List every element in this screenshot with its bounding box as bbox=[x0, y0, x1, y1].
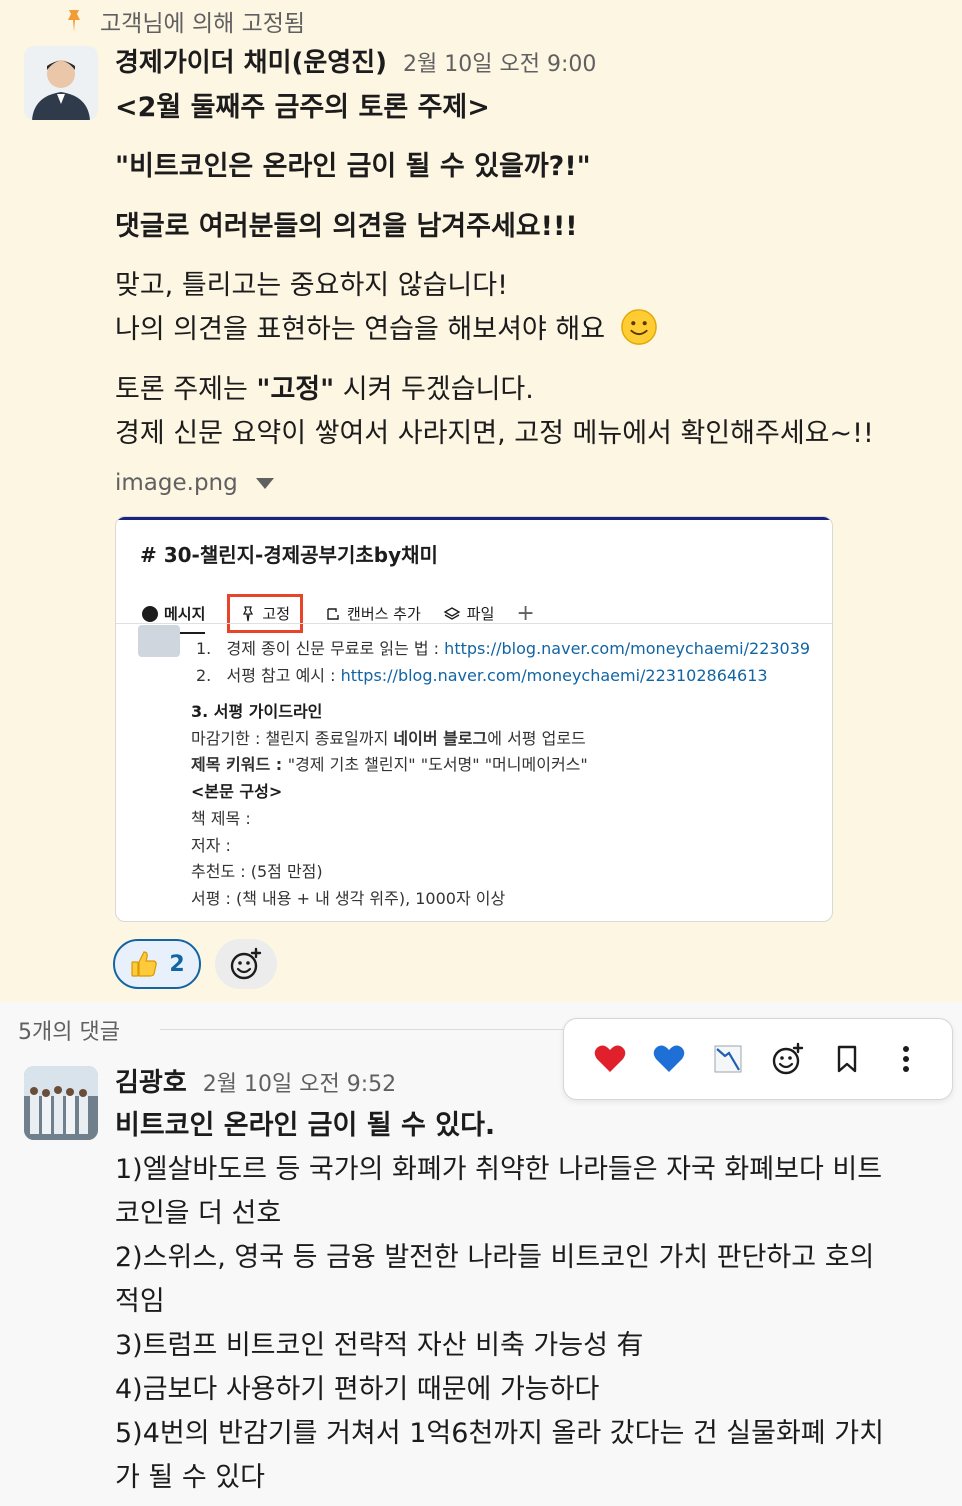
embed-book-title: 책 제목 : bbox=[191, 808, 251, 828]
message-line-2-text: 나의 의견을 표현하는 연습을 해보셔야 해요 bbox=[115, 314, 606, 345]
embed-link-list: 1. 경제 종이 신문 무료로 읽는 법 : https://blog.nave… bbox=[196, 635, 810, 689]
message-heading: <2월 둘째주 금주의 토론 주제> bbox=[115, 92, 490, 123]
reaction-count: 2 bbox=[169, 951, 185, 977]
line3-bold: "고정" bbox=[256, 374, 335, 405]
message-hover-toolbar bbox=[563, 1018, 953, 1100]
reply-title: 비트코인 온라인 금이 될 수 있다. bbox=[115, 1110, 496, 1141]
tab-canvas: 캔버스 추가 bbox=[325, 603, 421, 624]
reply-line: 2)스위스, 영국 등 금융 발전한 나라들 비트코인 가치 판단하고 호의 bbox=[115, 1242, 875, 1273]
tab-pinned-label: 고정 bbox=[262, 605, 291, 623]
red-heart-icon bbox=[594, 1045, 625, 1072]
pinned-message: 고객님에 의해 고정됨 경제가이더 채미(운영진) 2월 10일 오전 9:00… bbox=[0, 0, 962, 1002]
pinned-banner: 고객님에 의해 고정됨 bbox=[62, 4, 305, 38]
message-line-3: 토론 주제는 "고정" 시켜 두겠습니다. bbox=[115, 368, 534, 412]
embed-keyword: 제목 키워드 : "경제 기초 챌린지" "도서명" "머니메이커스" bbox=[191, 752, 588, 779]
embed-section-title: 3. 서평 가이드라인 bbox=[191, 702, 323, 721]
message-line-2: 나의 의견을 표현하는 연습을 해보셔야 해요 bbox=[115, 308, 658, 352]
tab-canvas-label: 캔버스 추가 bbox=[347, 605, 421, 623]
embed-list-text: 서평 참고 예시 : bbox=[226, 666, 341, 685]
author-name[interactable]: 경제가이더 채미(운영진) bbox=[115, 42, 387, 79]
replies-divider: 5개의 댓글 bbox=[18, 1014, 120, 1046]
deadline-pre: 마감기한 : 챌린지 종료일까지 bbox=[191, 728, 394, 748]
chart-decreasing-icon bbox=[714, 1045, 742, 1073]
tab-messages-label: 메시지 bbox=[164, 605, 206, 623]
author-row: 경제가이더 채미(운영진) 2월 10일 오전 9:00 bbox=[115, 42, 596, 79]
reply-line: 5)4번의 반감기를 거쳐서 1억6천까지 올라 갔다는 건 실물화폐 가치 bbox=[115, 1418, 884, 1449]
chevron-down-icon[interactable] bbox=[255, 477, 274, 489]
bookmark-button[interactable] bbox=[823, 1035, 871, 1083]
reply-line: 3)트럼프 비트코인 전략적 자산 비축 가능성 有 bbox=[115, 1330, 644, 1361]
pin-icon bbox=[68, 10, 80, 32]
embed-guideline: 3. 서평 가이드라인 마감기한 : 챌린지 종료일까지 네이버 블로그에 서평… bbox=[191, 699, 588, 913]
reply-line: 4)금보다 사용하기 편하기 때문에 가능하다 bbox=[115, 1374, 600, 1405]
deadline-bold: 네이버 블로그 bbox=[393, 728, 488, 748]
embed-divider bbox=[116, 623, 832, 624]
reply-line: 적임 bbox=[115, 1286, 165, 1317]
reply-timestamp[interactable]: 2월 10일 오전 9:52 bbox=[203, 1066, 396, 1098]
embed-tabs: 메시지 고정 캔버스 추가 파일 + bbox=[142, 593, 535, 634]
attached-image[interactable]: # 30-챌린지-경제공부기초by채미 메시지 고정 캔버스 추가 파일 + 1… bbox=[115, 516, 833, 922]
more-vertical-icon bbox=[903, 1046, 910, 1072]
embed-list-num: 2. bbox=[196, 666, 212, 685]
author-avatar[interactable] bbox=[24, 46, 98, 120]
tab-pinned: 고정 bbox=[227, 594, 304, 633]
message-line-4: 경제 신문 요약이 쌓여서 사라지면, 고정 메뉴에서 확인해주세요~!! bbox=[115, 418, 874, 449]
attachment-name[interactable]: image.png bbox=[115, 470, 238, 496]
message-topic: "비트코인은 온라인 금이 될 수 있을까?!" bbox=[115, 151, 591, 182]
message-line-1: 맞고, 틀리고는 중요하지 않습니다! bbox=[115, 270, 508, 301]
message-cta: 댓글로 여러분들의 의견을 남겨주세요!!! bbox=[115, 211, 578, 242]
bookmark-icon bbox=[837, 1045, 857, 1073]
reaction-row: 2 bbox=[113, 939, 277, 989]
canvas-icon bbox=[327, 607, 339, 620]
deadline-post: 에 서평 업로드 bbox=[487, 728, 586, 748]
embed-list-num: 1. bbox=[196, 639, 212, 658]
pin-outline-icon bbox=[243, 605, 254, 621]
embed-avatar bbox=[138, 625, 180, 657]
reply-author-avatar[interactable] bbox=[24, 1066, 98, 1140]
add-reaction-button[interactable] bbox=[215, 939, 277, 989]
embed-rating: 추천도 : (5점 만점) bbox=[191, 862, 323, 882]
embed-list-link: https://blog.naver.com/moneychaemi/22310… bbox=[340, 666, 768, 685]
layers-icon bbox=[443, 606, 461, 620]
reply-line: 코인을 더 선호 bbox=[115, 1198, 282, 1229]
reply-line: 가 될 수 있다 bbox=[115, 1462, 265, 1493]
thumbs-up-icon bbox=[131, 951, 158, 977]
smiley-icon bbox=[620, 309, 657, 345]
react-red-heart-button[interactable] bbox=[586, 1035, 634, 1083]
embed-channel-title: # 30-챌린지-경제공부기초by채미 bbox=[140, 543, 438, 567]
message-dot-icon bbox=[142, 605, 158, 622]
keyword-value: "경제 기초 챌린지" "도서명" "머니메이커스" bbox=[287, 755, 588, 775]
keyword-label: 제목 키워드 : bbox=[191, 755, 288, 775]
embed-deadline: 마감기한 : 챌린지 종료일까지 네이버 블로그에 서평 업로드 bbox=[191, 726, 588, 753]
reaction-thumbs-up[interactable]: 2 bbox=[113, 939, 201, 989]
line3-pre: 토론 주제는 bbox=[115, 374, 257, 405]
embed-list-link: https://blog.naver.com/moneychaemi/22303… bbox=[444, 639, 811, 658]
embed-list-item: 1. 경제 종이 신문 무료로 읽는 법 : https://blog.nave… bbox=[196, 635, 810, 662]
embed-body-title: <본문 구성> bbox=[191, 782, 283, 802]
add-reaction-toolbar-button[interactable] bbox=[764, 1035, 812, 1083]
tab-files-label: 파일 bbox=[466, 605, 495, 623]
embed-writer: 저자 : bbox=[191, 835, 231, 855]
add-emoji-icon bbox=[230, 947, 262, 980]
pinned-label: 고객님에 의해 고정됨 bbox=[100, 11, 306, 37]
add-emoji-icon bbox=[772, 1042, 803, 1075]
embed-list-item: 2. 서평 참고 예시 : https://blog.naver.com/mon… bbox=[196, 662, 810, 689]
reply-author-name[interactable]: 김광호 bbox=[115, 1062, 187, 1099]
embed-review: 서평 : (책 내용 + 내 생각 위주), 1000자 이상 bbox=[191, 888, 506, 908]
react-chart-down-button[interactable] bbox=[704, 1035, 752, 1083]
embed-topbar bbox=[116, 517, 832, 520]
message-timestamp[interactable]: 2월 10일 오전 9:00 bbox=[403, 46, 596, 78]
react-blue-heart-button[interactable] bbox=[645, 1035, 693, 1083]
reply-line: 1)엘살바도르 등 국가의 화폐가 취약한 나라들은 자국 화폐보다 비트 bbox=[115, 1154, 883, 1185]
more-actions-button[interactable] bbox=[882, 1035, 930, 1083]
reply-count: 5개의 댓글 bbox=[18, 1020, 120, 1045]
attachment-header[interactable]: image.png bbox=[115, 470, 274, 496]
divider-line bbox=[160, 1029, 580, 1030]
embed-list-text: 경제 종이 신문 무료로 읽는 법 : bbox=[226, 639, 445, 658]
reply-author-row: 김광호 2월 10일 오전 9:52 bbox=[115, 1062, 396, 1099]
tab-files: 파일 bbox=[443, 603, 495, 624]
line3-post: 시켜 두겠습니다. bbox=[334, 374, 534, 405]
blue-heart-icon bbox=[653, 1045, 685, 1072]
